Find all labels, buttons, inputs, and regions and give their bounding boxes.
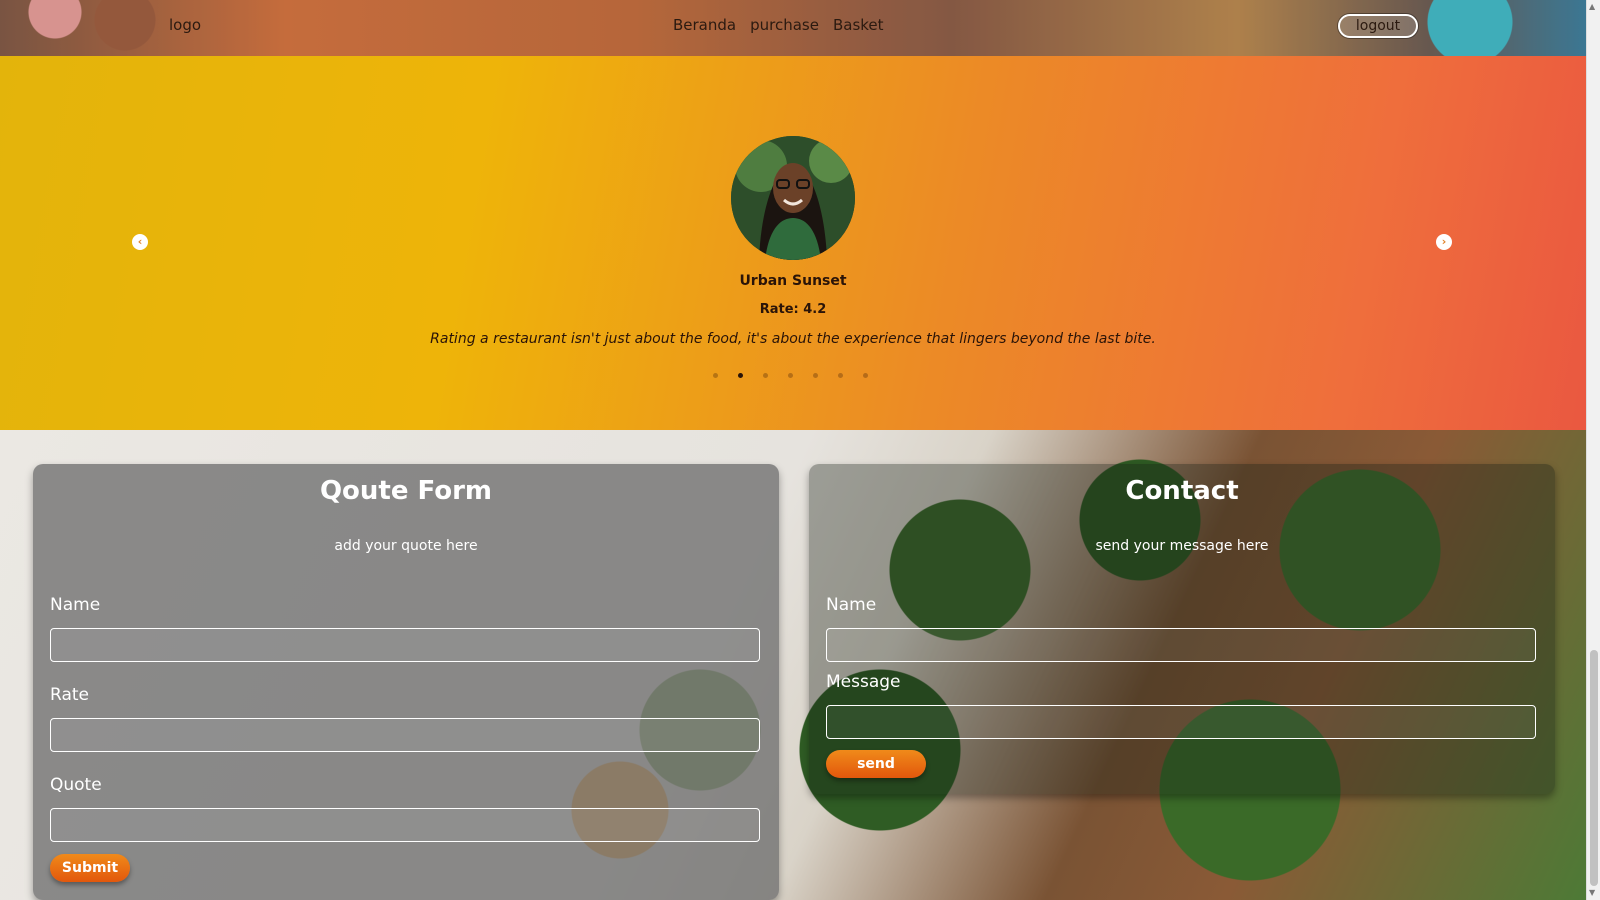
carousel-prev-icon[interactable]: ‹	[132, 234, 148, 250]
top-navbar: logo Beranda purchase Basket logout	[0, 0, 1586, 56]
carousel-dot-2[interactable]	[738, 373, 743, 378]
reviewer-name: Urban Sunset	[739, 273, 847, 289]
scrollbar-thumb[interactable]	[1590, 650, 1598, 886]
contact-card: Contact send your message here Name Mess…	[809, 464, 1555, 794]
submit-button[interactable]: Submit	[50, 854, 130, 882]
reviewer-quote: Rating a restaurant isn't just about the…	[430, 331, 1156, 347]
logo[interactable]: logo	[169, 16, 201, 34]
quote-form-card: Qoute Form add your quote here Name Rate…	[33, 464, 779, 900]
quote-text-input[interactable]	[50, 808, 760, 842]
quote-rate-label: Rate	[50, 685, 89, 705]
reviewer-photo	[731, 136, 855, 260]
quote-name-label: Name	[50, 595, 101, 615]
nav-link-basket[interactable]: Basket	[833, 16, 884, 34]
contact-title: Contact	[1125, 476, 1239, 506]
nav-links: Beranda purchase Basket	[673, 16, 884, 34]
scroll-up-icon[interactable]: ▲	[1589, 2, 1595, 11]
quote-rate-input[interactable]	[50, 718, 760, 752]
carousel-dot-6[interactable]	[838, 373, 843, 378]
quote-form-subtitle: add your quote here	[334, 538, 478, 554]
testimonial-carousel: ‹ › Urban Sunset Rate: 4.2 Rating a rest…	[0, 56, 1586, 430]
quote-text-label: Quote	[50, 775, 102, 795]
contact-message-label: Message	[826, 672, 901, 692]
send-button[interactable]: send	[826, 750, 926, 778]
reviewer-rating: Rate: 4.2	[759, 302, 827, 317]
carousel-next-icon[interactable]: ›	[1436, 234, 1452, 250]
contact-name-label: Name	[826, 595, 877, 615]
carousel-dot-1[interactable]	[713, 373, 718, 378]
carousel-pagination	[713, 373, 868, 378]
carousel-dot-4[interactable]	[788, 373, 793, 378]
carousel-dot-3[interactable]	[763, 373, 768, 378]
carousel-dot-5[interactable]	[813, 373, 818, 378]
logout-button[interactable]: logout	[1338, 14, 1418, 38]
nav-link-beranda[interactable]: Beranda	[673, 16, 736, 34]
nav-link-purchase[interactable]: purchase	[750, 16, 819, 34]
contact-name-input[interactable]	[826, 628, 1536, 662]
carousel-dot-7[interactable]	[863, 373, 868, 378]
contact-subtitle: send your message here	[1095, 538, 1269, 554]
quote-name-input[interactable]	[50, 628, 760, 662]
quote-form-title: Qoute Form	[319, 476, 493, 506]
reviewer-avatar	[731, 136, 855, 260]
scroll-down-icon[interactable]: ▼	[1589, 888, 1595, 897]
page-scrollbar[interactable]: ▲ ▼	[1586, 0, 1600, 900]
contact-message-input[interactable]	[826, 705, 1536, 739]
